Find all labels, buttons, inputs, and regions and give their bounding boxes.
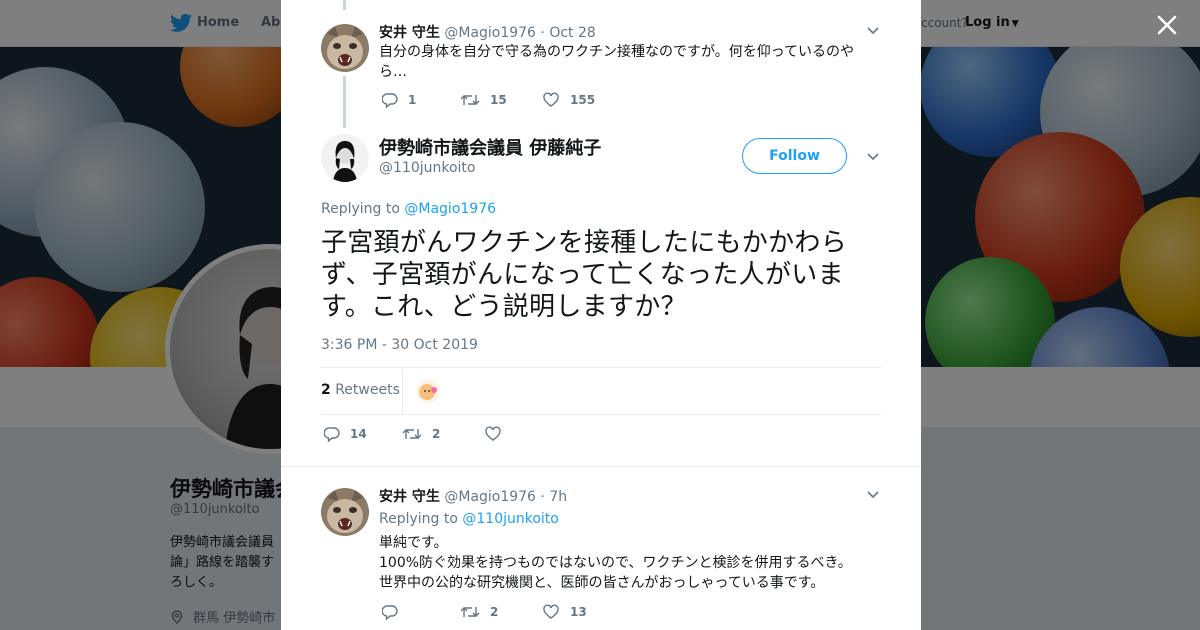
reply-tweet-avatar[interactable] [321,488,369,536]
main-tweet-timestamp[interactable]: 3:36 PM - 30 Oct 2019 [321,337,478,353]
retweet-icon [460,607,480,617]
replying-to: Replying to @Magio1976 [321,201,496,217]
chevron-down-icon[interactable] [866,490,880,500]
close-icon[interactable] [1154,12,1180,38]
main-tweet-text: 子宮頚がんワクチンを接種したにもかかわらず、子宮頚がんになって亡くなった人がいま… [321,228,848,322]
chevron-down-icon[interactable] [866,152,880,162]
reply-tweet-time[interactable]: 7h [549,489,567,505]
main-tweet-actions: 14 2 [324,426,624,446]
parent-tweet-header: 安井 守生 @Magio1976 · Oct 28 [379,22,596,42]
parent-tweet-actions: 1 15 155 [382,92,682,112]
tweet-modal: 安井 守生 @Magio1976 · Oct 28 自分の身体を自分で守る為のワ… [281,0,921,630]
retweeter-avatar[interactable] [416,379,440,403]
replying-to-link[interactable]: @110junkoito [462,511,558,527]
cat-avatar-image [321,24,369,72]
like-action[interactable]: 155 [542,92,595,108]
retweet-stat-count: 2 [321,382,331,398]
retweet-count: 2 [432,427,441,441]
reply-action[interactable]: 14 [324,426,367,442]
like-count: 155 [570,93,596,107]
reply-tweet-actions: 2 13 [382,604,682,624]
follow-button[interactable]: Follow [742,138,847,174]
thread-line [343,0,346,10]
retweet-stats[interactable]: 2 Retweets [321,382,400,398]
retweet-stat-label: Retweets [335,382,400,398]
reply-tweet-name[interactable]: 安井 守生 [379,489,440,505]
reply-count: 1 [408,93,417,107]
like-action[interactable] [484,426,512,442]
reply-action[interactable] [382,604,408,620]
replying-to-prefix: Replying to [321,201,400,217]
parent-tweet-time[interactable]: Oct 28 [549,25,595,41]
retweet-icon [460,95,480,105]
cat-avatar-image [321,488,369,536]
reply-tweet-text: 単純です。 100%防ぐ効果を持つものではないので、ワクチンと検診を併用するべき… [379,533,879,593]
like-action[interactable]: 13 [542,604,587,620]
retweet-action[interactable]: 2 [460,604,498,620]
retweet-count: 15 [490,93,507,107]
reply-icon [324,427,340,442]
divider [321,414,881,415]
divider [281,466,921,467]
parent-tweet-avatar[interactable] [321,24,369,72]
divider [321,367,881,368]
reply-icon [382,605,398,620]
heart-icon [543,92,559,107]
retweet-icon [402,429,422,439]
reply-tweet-line: 100%防ぐ効果を持つものではないので、ワクチンと検診を併用するべき。 [379,555,852,571]
chevron-down-icon[interactable] [866,26,880,36]
retweet-action[interactable]: 15 [460,92,507,108]
retweeter-avatar-image [416,379,440,403]
main-tweet-name[interactable]: 伊勢崎市議会議員 伊藤純子 [379,134,601,160]
like-count: 13 [570,605,587,619]
reply-tweet-line: 単純です。 [379,535,448,551]
divider [402,369,403,414]
reply-icon [382,93,398,108]
thread-line [343,76,346,128]
parent-tweet-text: 自分の身体を自分で守る為のワクチン接種なのですが。何を仰っているのやら… [379,44,855,80]
replying-to-link[interactable]: @Magio1976 [404,201,496,217]
replying-to: Replying to @110junkoito [379,511,559,527]
reply-tweet-line: 世界中の公的な研究機関と、医師の皆さんがおっしゃっている事です。 [379,575,825,591]
dot-separator: · [540,25,550,41]
heart-icon [543,604,559,619]
main-tweet-avatar[interactable] [321,134,369,182]
reply-count: 14 [350,427,367,441]
main-tweet-handle[interactable]: @110junkoito [379,160,475,176]
reply-tweet-handle[interactable]: @Magio1976 [444,489,536,505]
reply-tweet-header: 安井 守生 @Magio1976 · 7h [379,486,567,506]
parent-tweet-handle[interactable]: @Magio1976 [444,25,536,41]
retweet-action[interactable]: 2 [402,426,440,442]
heart-icon [485,426,501,441]
parent-tweet-name[interactable]: 安井 守生 [379,25,440,41]
retweet-count: 2 [490,605,499,619]
profile-photo-image [321,134,369,182]
replying-to-prefix: Replying to [379,511,458,527]
reply-action[interactable]: 1 [382,92,416,108]
dot-separator: · [540,489,550,505]
